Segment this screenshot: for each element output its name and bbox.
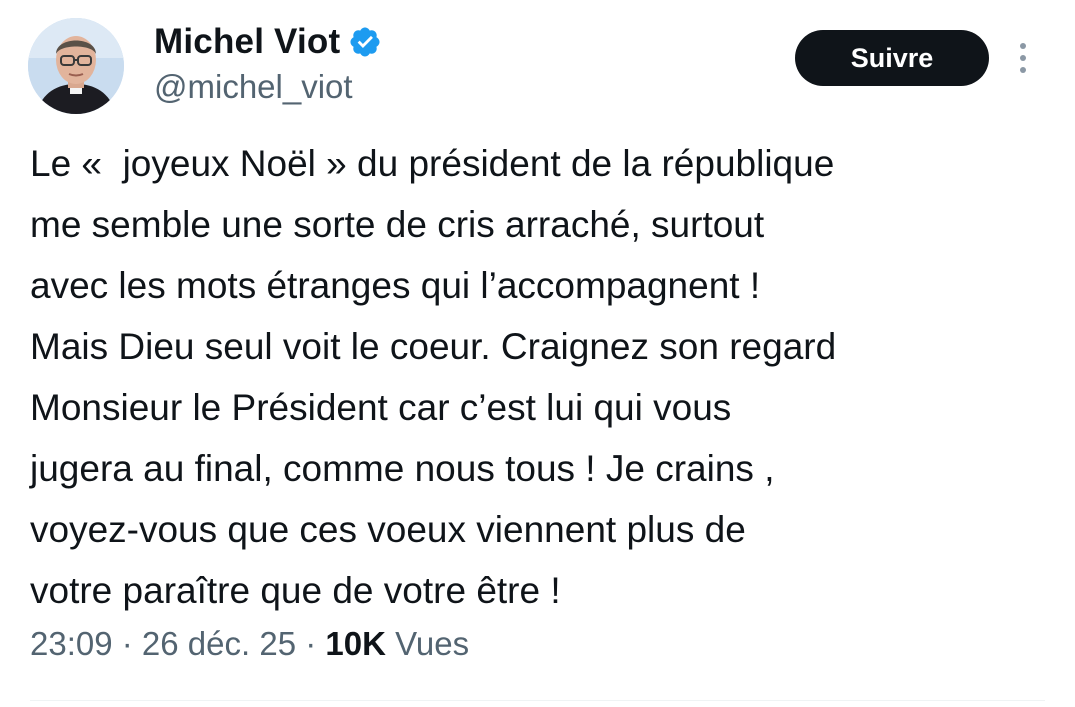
name-row: Michel Viot	[154, 20, 382, 64]
tweet: Michel Viot @michel_viot Suivre Le « joy…	[0, 0, 1075, 707]
avatar-image	[28, 18, 124, 114]
meta-separator: ·	[296, 625, 326, 662]
display-name[interactable]: Michel Viot	[154, 22, 340, 62]
tweet-text-line: jugera au final, comme nous tous ! Je cr…	[30, 448, 775, 489]
more-vertical-icon[interactable]	[1016, 38, 1030, 78]
tweet-text: Le « joyeux Noël » du président de la ré…	[30, 133, 1045, 621]
meta-separator: ·	[112, 625, 142, 662]
follow-button[interactable]: Suivre	[795, 30, 989, 86]
divider	[30, 700, 1045, 701]
tweet-header: Michel Viot @michel_viot Suivre	[28, 18, 1048, 118]
views-count: 10K	[325, 625, 386, 662]
tweet-text-line: votre paraître que de votre être !	[30, 570, 561, 611]
tweet-meta: 23:09 · 26 déc. 25 · 10K Vues	[30, 625, 469, 663]
tweet-text-line: voyez-vous que ces voeux viennent plus d…	[30, 509, 746, 550]
user-handle[interactable]: @michel_viot	[154, 68, 353, 106]
tweet-date[interactable]: 26 déc. 25	[142, 625, 296, 662]
avatar[interactable]	[28, 18, 124, 114]
tweet-text-line: Mais Dieu seul voit le coeur. Craignez s…	[30, 326, 837, 367]
tweet-text-line: Monsieur le Président car c’est lui qui …	[30, 387, 732, 428]
tweet-text-line: avec les mots étranges qui l’accompagnen…	[30, 265, 761, 306]
tweet-text-line: Le « joyeux Noël » du président de la ré…	[30, 143, 835, 184]
views-label: Vues	[395, 625, 470, 662]
tweet-time[interactable]: 23:09	[30, 625, 113, 662]
verified-badge-icon	[350, 27, 380, 57]
tweet-text-line: me semble une sorte de cris arraché, sur…	[30, 204, 765, 245]
